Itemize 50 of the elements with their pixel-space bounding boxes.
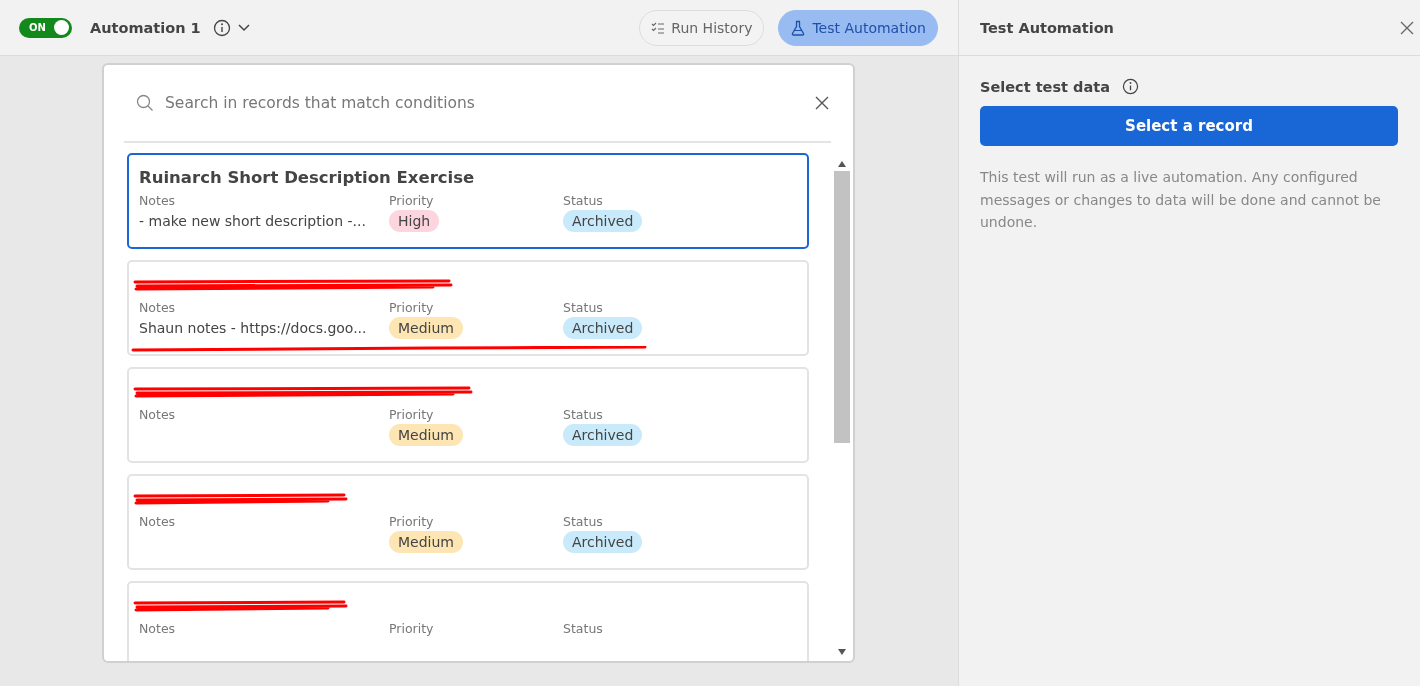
info-icon[interactable] [1121, 78, 1139, 95]
record-card[interactable]: Notes Priority Status [127, 581, 809, 661]
notes-value: - make new short description -... [139, 212, 366, 231]
field-label: Notes [139, 621, 176, 636]
field-label: Priority [389, 621, 434, 636]
record-card[interactable]: Notes Shaun notes - https://docs.goo... Priority Medium Status Archived [127, 260, 809, 356]
close-icon[interactable] [1400, 20, 1414, 35]
status-tag: Archived [563, 531, 643, 553]
field-label: Notes [139, 407, 176, 422]
scrollbar-thumb[interactable] [834, 171, 850, 443]
run-history-button[interactable]: Run History [639, 9, 765, 46]
field-label: Status [563, 193, 603, 208]
status-tag: Archived [563, 317, 643, 339]
status-tag: Archived [563, 424, 643, 446]
record-card[interactable]: Notes Priority Medium Status Archived [127, 474, 809, 570]
record-title: Ruinarch Short Description Exercise [139, 167, 475, 187]
scroll-down-icon[interactable] [838, 649, 846, 655]
field-label: Notes [139, 514, 176, 529]
record-card[interactable]: Ruinarch Short Description Exercise Notes - make new short description -... Priority High Status Archived [127, 153, 809, 249]
priority-tag: High [389, 210, 440, 232]
priority-tag: Medium [389, 531, 463, 553]
section-label: Select test data [980, 78, 1110, 95]
priority-tag: Medium [389, 317, 463, 339]
field-label: Priority [389, 514, 434, 529]
record-card[interactable]: Notes Priority Medium Status Archived [127, 367, 809, 463]
flask-icon [790, 19, 807, 36]
field-label: Status [563, 621, 603, 636]
field-label: Status [563, 514, 603, 529]
on-off-toggle[interactable]: ON [19, 17, 72, 38]
info-icon[interactable] [212, 18, 231, 37]
field-label: Priority [389, 300, 434, 315]
warning-text: This test will run as a live automation. Any configured messages or changes to data will be done and cannot be undone. [980, 168, 1382, 232]
notes-value: Shaun notes - https://docs.goo... [139, 319, 367, 338]
field-label: Notes [139, 300, 176, 315]
field-label: Priority [389, 407, 434, 422]
automation-name: Automation 1 [90, 19, 201, 36]
field-label: Status [563, 300, 603, 315]
status-tag: Archived [563, 210, 643, 232]
chevron-down-icon[interactable] [236, 22, 251, 33]
field-label: Status [563, 407, 603, 422]
search-icon [136, 94, 154, 112]
scroll-up-icon[interactable] [838, 161, 846, 167]
panel-title: Test Automation [980, 19, 1114, 36]
select-record-button[interactable]: Select a record [980, 106, 1398, 146]
close-icon[interactable] [815, 96, 829, 110]
test-automation-button[interactable]: Test Automation [778, 9, 938, 46]
field-label: Notes [139, 193, 176, 208]
checklist-icon [651, 20, 666, 35]
field-label: Priority [389, 193, 434, 208]
priority-tag: Medium [389, 424, 463, 446]
